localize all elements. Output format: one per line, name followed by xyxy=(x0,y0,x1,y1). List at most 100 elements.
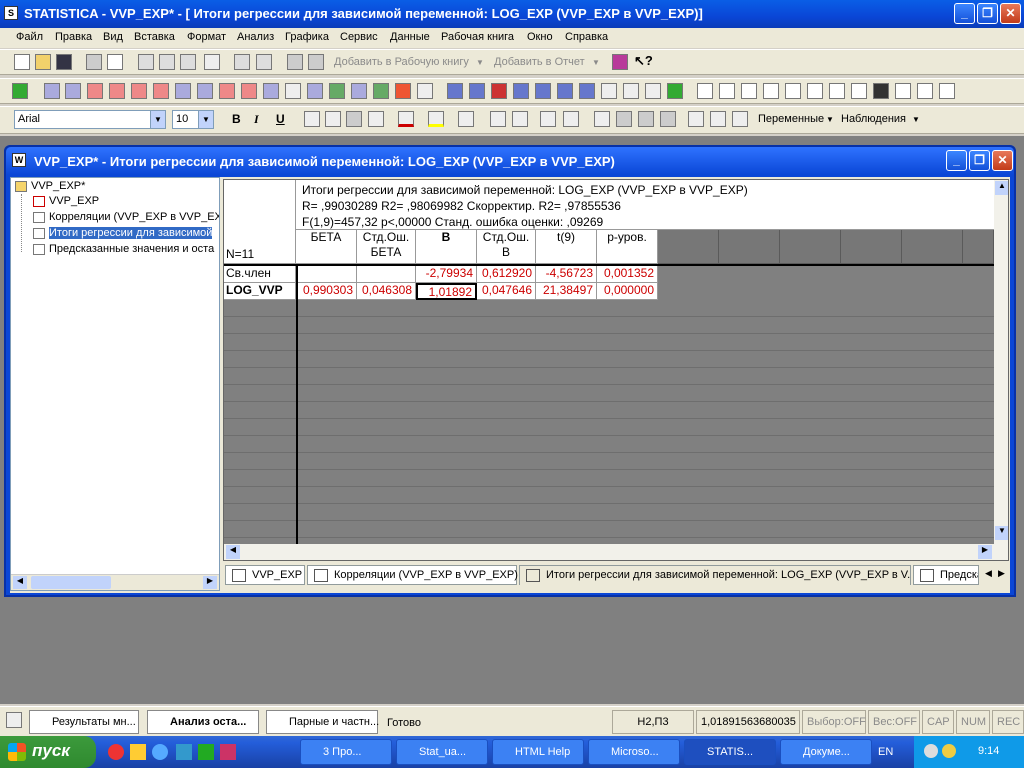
cut-icon[interactable] xyxy=(138,54,154,70)
layout-icon[interactable] xyxy=(785,83,801,99)
grid-icon[interactable] xyxy=(645,83,661,99)
quantile-plot-icon[interactable] xyxy=(175,83,191,99)
layout-icon[interactable] xyxy=(719,83,735,99)
selected-cell[interactable]: 1,01892 xyxy=(416,283,477,300)
font-size-select[interactable]: 10 ▼ xyxy=(172,110,214,129)
doc-restore-button[interactable]: ❐ xyxy=(969,150,990,171)
paste-icon[interactable] xyxy=(180,54,196,70)
boxplot-icon[interactable] xyxy=(109,83,125,99)
row-header-intercept[interactable]: Св.член xyxy=(224,266,296,283)
menu-insert[interactable]: Вставка xyxy=(134,31,175,43)
histogram-icon[interactable] xyxy=(44,83,60,99)
table-cell[interactable]: 0,000000 xyxy=(597,283,658,300)
workbook-icon[interactable] xyxy=(660,111,676,127)
sequential-plot-icon[interactable] xyxy=(285,83,301,99)
surface-plot-icon[interactable] xyxy=(373,83,389,99)
scatter-matrix-icon[interactable] xyxy=(219,83,235,99)
probability-plot-icon[interactable] xyxy=(197,83,213,99)
graph-tool-icon[interactable] xyxy=(579,83,595,99)
browser-icon[interactable] xyxy=(108,744,124,760)
bold-button[interactable]: B xyxy=(232,112,241,126)
col-header-p[interactable]: p-уров. xyxy=(597,230,658,264)
line-plot-icon[interactable] xyxy=(263,83,279,99)
layout-icon[interactable] xyxy=(917,83,933,99)
align-left-icon[interactable] xyxy=(304,111,320,127)
tree-item-vvp-exp[interactable]: VVP_EXP xyxy=(33,195,99,209)
graph-tool-icon[interactable] xyxy=(601,83,617,99)
arrow-icon[interactable] xyxy=(12,83,28,99)
scroll-down-icon[interactable]: ▼ xyxy=(995,526,1008,540)
doc-close-button[interactable]: ✕ xyxy=(992,150,1013,171)
increase-decimal-icon[interactable] xyxy=(540,111,556,127)
col-header-beta[interactable]: БЕТА xyxy=(296,230,357,264)
chevron-down-icon[interactable]: ▼ xyxy=(826,115,834,124)
variables-button[interactable]: Переменные xyxy=(758,113,824,125)
graph-tool-icon[interactable] xyxy=(491,83,507,99)
scroll-right-icon[interactable]: ▶ xyxy=(203,576,217,589)
launcher-icon[interactable] xyxy=(176,744,192,760)
toggle-headers-icon[interactable] xyxy=(594,111,610,127)
task-html-help[interactable]: HTML Help xyxy=(492,739,584,765)
minimize-button[interactable]: _ xyxy=(954,3,975,24)
menu-help[interactable]: Справка xyxy=(565,31,608,43)
start-button[interactable]: пуск xyxy=(0,736,96,768)
tree-root[interactable]: VVP_EXP* xyxy=(15,180,85,194)
normal-plot-icon[interactable] xyxy=(153,83,169,99)
print-icon[interactable] xyxy=(86,54,102,70)
table-cell[interactable]: -4,56723 xyxy=(536,266,597,283)
statistica-app-icon[interactable]: S xyxy=(4,6,18,20)
graph-tool-icon[interactable] xyxy=(557,83,573,99)
menu-file[interactable]: Файл xyxy=(16,31,43,43)
custom-plot-icon[interactable] xyxy=(417,83,433,99)
italic-button[interactable]: I xyxy=(254,112,259,127)
scroll-up-icon[interactable]: ▲ xyxy=(995,181,1008,195)
scroll-left-icon[interactable]: ◀ xyxy=(13,576,27,589)
col-header-se-b[interactable]: Стд.Ош. B xyxy=(477,230,536,264)
font-color-icon[interactable] xyxy=(398,111,414,127)
layout-icon[interactable] xyxy=(851,83,867,99)
menu-graphics[interactable]: Графика xyxy=(285,31,329,43)
chevron-down-icon[interactable]: ▼ xyxy=(150,111,165,128)
language-indicator[interactable]: EN xyxy=(878,746,893,758)
graph-tool-icon[interactable] xyxy=(623,83,639,99)
undo-icon[interactable] xyxy=(234,54,250,70)
launcher-icon[interactable] xyxy=(130,744,146,760)
underline-button[interactable]: U xyxy=(276,112,285,126)
chevron-down-icon[interactable]: ▼ xyxy=(912,115,920,124)
scroll-thumb[interactable] xyxy=(31,576,111,589)
layout-icon[interactable] xyxy=(829,83,845,99)
menu-service[interactable]: Сервис xyxy=(340,31,378,43)
find-icon[interactable] xyxy=(287,54,303,70)
format-painter-icon[interactable] xyxy=(204,54,220,70)
format-cells-icon[interactable] xyxy=(368,111,384,127)
restore-button[interactable]: ❐ xyxy=(977,3,998,24)
tray-icon[interactable] xyxy=(942,744,956,758)
brush-icon[interactable] xyxy=(447,83,463,99)
tab-predicted[interactable]: Предска: xyxy=(913,565,979,585)
results-button[interactable]: Результаты мн... xyxy=(29,710,139,734)
graph-tool-icon[interactable] xyxy=(469,83,485,99)
col-header-t[interactable]: t(9) xyxy=(536,230,597,264)
doc-minimize-button[interactable]: _ xyxy=(946,150,967,171)
save-icon[interactable] xyxy=(56,54,72,70)
add-to-report-button[interactable]: Добавить в Отчет xyxy=(494,56,585,68)
border-icon[interactable] xyxy=(458,111,474,127)
dots-icon[interactable] xyxy=(873,83,889,99)
var-x-icon[interactable] xyxy=(710,111,726,127)
open-folder-icon[interactable] xyxy=(35,54,51,70)
replace-icon[interactable] xyxy=(308,54,324,70)
variability-plot-icon[interactable] xyxy=(131,83,147,99)
add-to-workbook-button[interactable]: Добавить в Рабочую книгу xyxy=(334,56,469,68)
layout-icon[interactable] xyxy=(895,83,911,99)
tree-hscrollbar[interactable]: ◀ ▶ xyxy=(11,574,219,590)
layout-icon[interactable] xyxy=(939,83,955,99)
menu-data[interactable]: Данные xyxy=(390,31,430,43)
area-chart-icon[interactable] xyxy=(329,83,345,99)
menu-edit[interactable]: Правка xyxy=(55,31,92,43)
fill-color-icon[interactable] xyxy=(428,111,444,127)
icon-plot-icon[interactable] xyxy=(241,83,257,99)
redo-icon[interactable] xyxy=(256,54,272,70)
task-folder[interactable]: 3 Про... xyxy=(300,739,392,765)
table-cell[interactable]: -2,79934 xyxy=(416,266,477,283)
chevron-down-icon[interactable]: ▼ xyxy=(198,111,213,128)
